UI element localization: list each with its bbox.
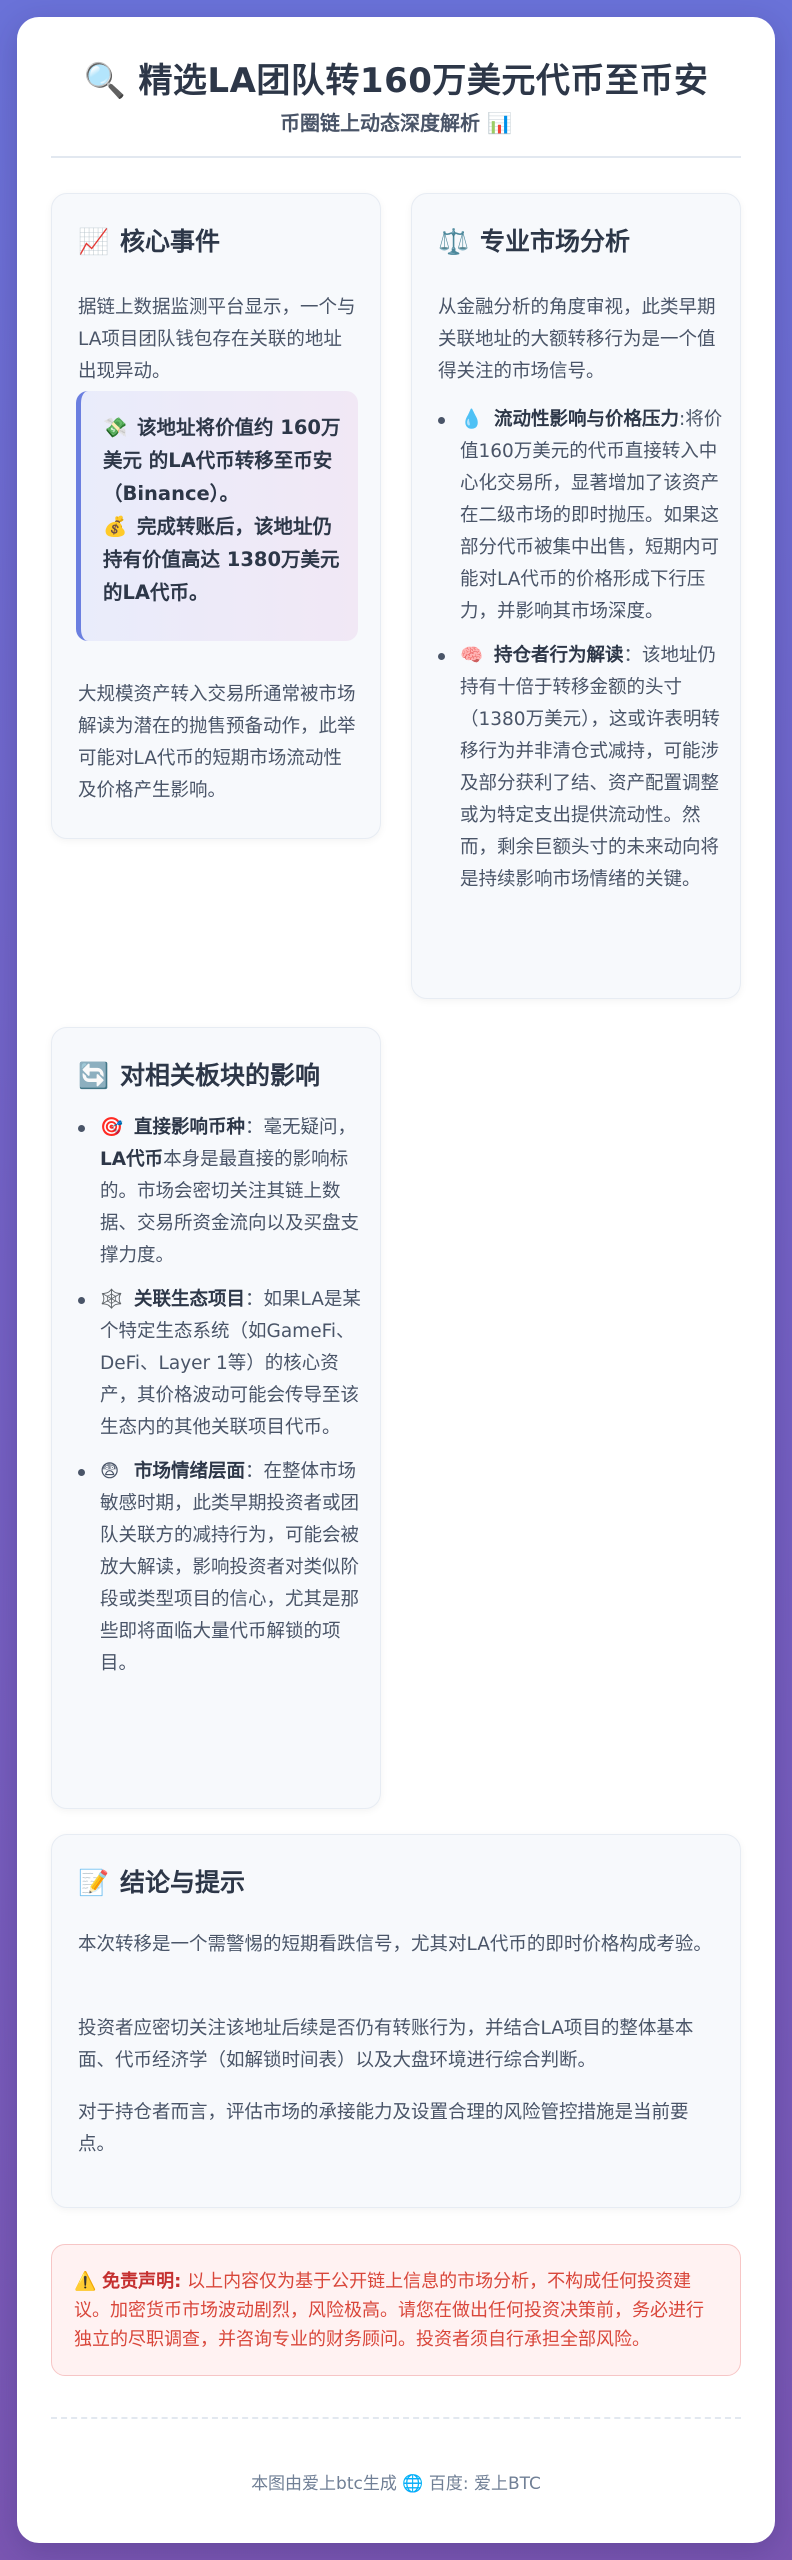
core-event-intro: 据链上数据监测平台显示，一个与LA项目团队钱包存在关联的地址出现异动。 <box>78 297 356 382</box>
highlight-transfer: 💸 该地址将价值约 160万美元 的LA代币转移至币安（Binance）。 <box>103 411 344 510</box>
page-title: 🔍 精选LA团队转160万美元代币至币安 <box>17 53 775 102</box>
item-label: 关联生态项目 <box>134 1289 246 1310</box>
disclaimer-box: ⚠️ 免责声明: 以上内容仅为基于公开链上信息的市场分析，不构成任何投资建议。加… <box>51 2244 741 2376</box>
footer: 本图由爱上btc生成 🌐 百度: 爱上BTC <box>17 2469 775 2494</box>
core-event-highlight: 💸 该地址将价值约 160万美元 的LA代币转移至币安（Binance）。 💰 完成… <box>76 391 358 641</box>
highlight-holdings: 💰 完成转账后，该地址仍持有价值高达 1380万美元 的LA代币。 <box>103 510 344 609</box>
market-analysis-list: 💧 流动性影响与价格压力:将价值160万美元的代币直接转入中心化交易所，显著增加了… <box>438 404 728 896</box>
item-text: 该地址仍持有十倍于转移金额的头寸（1380万美元），这或许表明转移行为并非清仓式… <box>460 645 720 890</box>
globe-icon: 🌐 <box>402 2474 424 2494</box>
memo-icon: 📝 <box>78 1868 110 1897</box>
refresh-icon: 🔄 <box>78 1061 110 1090</box>
conclusion-section: 📝 结论与提示 本次转移是一个需警惕的短期看跌信号，尤其对LA代币的即时价格构成考… <box>51 1834 741 2208</box>
conclusion-title-text: 结论与提示 <box>120 1868 246 1897</box>
item-text: 将价值160万美元的代币直接转入中心化交易所，显著增加了该资产在二级市场的即时抛… <box>460 409 723 622</box>
footer-divider <box>51 2417 741 2419</box>
conclusion-paragraph-3: 对于持仓者而言，评估市场的承接能力及设置合理的风险管控措施是当前要点。 <box>78 2102 689 2155</box>
item-label: 直接影响币种 <box>134 1117 246 1138</box>
list-item: 🕸️ 关联生态项目：如果LA是某个特定生态系统（如GameFi、DeFi、Laye… <box>78 1284 364 1444</box>
sector-impact-title: 🔄 对相关板块的影响 <box>78 1056 320 1092</box>
disclaimer-label: 免责声明: <box>102 2271 182 2292</box>
spider-web-icon: 🕸️ <box>100 1289 124 1310</box>
sector-impact-title-text: 对相关板块的影响 <box>120 1061 321 1090</box>
sector-impact-list: 🎯 直接影响币种：毫无疑问，LA代币本身是最直接的影响标的。市场会密切关注其链上数… <box>78 1112 364 1680</box>
market-analysis-section: ⚖️ 专业市场分析 从金融分析的角度审视，此类早期关联地址的大额转移行为是一个值得… <box>411 193 741 999</box>
target-icon: 🎯 <box>100 1117 124 1138</box>
article-card: 🔍 精选LA团队转160万美元代币至币安 币圈链上动态深度解析 📊 📈 核心事件 据… <box>17 17 775 2543</box>
highlight-transfer-text: 该地址将价值约 160万美元 的LA代币转移至币安（Binance）。 <box>103 416 341 505</box>
money-wings-icon: 💸 <box>103 416 128 439</box>
highlight-holdings-text: 完成转账后，该地址仍持有价值高达 1380万美元 的LA代币。 <box>103 515 340 604</box>
conclusion-paragraph-1: 本次转移是一个需警惕的短期看跌信号，尤其对LA代币的即时价格构成考验。 <box>78 1934 712 1955</box>
brain-icon: 🧠 <box>460 645 484 666</box>
list-item: 😨 市场情绪层面：在整体市场敏感时期，此类早期投资者或团队关联方的减持行为，可能会… <box>78 1456 364 1680</box>
magnifier-icon: 🔍 <box>83 61 127 101</box>
item-label: 市场情绪层面 <box>134 1461 246 1482</box>
core-event-section: 📈 核心事件 据链上数据监测平台显示，一个与LA项目团队钱包存在关联的地址出现异动… <box>51 193 381 839</box>
page-subtitle: 币圈链上动态深度解析 📊 <box>280 111 512 135</box>
list-item: 💧 流动性影响与价格压力:将价值160万美元的代币直接转入中心化交易所，显著增加了… <box>438 404 728 628</box>
core-event-outro: 大规模资产转入交易所通常被市场解读为潜在的抛售预备动作，此举可能对LA代币的短期… <box>78 684 356 801</box>
fearful-face-icon: 😨 <box>100 1461 120 1482</box>
item-label: 流动性影响与价格压力 <box>494 409 680 430</box>
footer-credit: 本图由爱上btc生成 <box>251 2474 397 2494</box>
market-analysis-title-text: 专业市场分析 <box>480 227 631 256</box>
core-event-title-text: 核心事件 <box>120 227 221 256</box>
market-analysis-title: ⚖️ 专业市场分析 <box>438 222 630 258</box>
market-analysis-intro: 从金融分析的角度审视，此类早期关联地址的大额转移行为是一个值得关注的市场信号。 <box>438 297 716 382</box>
chart-up-icon: 📈 <box>78 227 110 256</box>
warning-icon: ⚠️ <box>74 2271 97 2292</box>
core-event-title: 📈 核心事件 <box>78 222 220 258</box>
header-divider <box>51 156 741 158</box>
money-bag-icon: 💰 <box>103 515 128 538</box>
header: 🔍 精选LA团队转160万美元代币至币安 币圈链上动态深度解析 📊 <box>17 17 775 159</box>
conclusion-title: 📝 结论与提示 <box>78 1863 245 1899</box>
list-item: 🎯 直接影响币种：毫无疑问，LA代币本身是最直接的影响标的。市场会密切关注其链上数… <box>78 1112 364 1272</box>
droplet-icon: 💧 <box>460 409 484 430</box>
sector-impact-section: 🔄 对相关板块的影响 🎯 直接影响币种：毫无疑问，LA代币本身是最直接的影响标的。市… <box>51 1027 381 1809</box>
scales-icon: ⚖️ <box>438 227 470 256</box>
item-label: 持仓者行为解读 <box>494 645 624 666</box>
conclusion-paragraph-2: 投资者应密切关注该地址后续是否仍有转账行为，并结合LA项目的整体基本面、代币经济… <box>78 2018 694 2071</box>
page-title-text: 精选LA团队转160万美元代币至币安 <box>138 61 709 101</box>
footer-source: 百度: 爱上BTC <box>428 2474 541 2494</box>
list-item: 🧠 持仓者行为解读：该地址仍持有十倍于转移金额的头寸（1380万美元），这或许表明… <box>438 640 728 896</box>
